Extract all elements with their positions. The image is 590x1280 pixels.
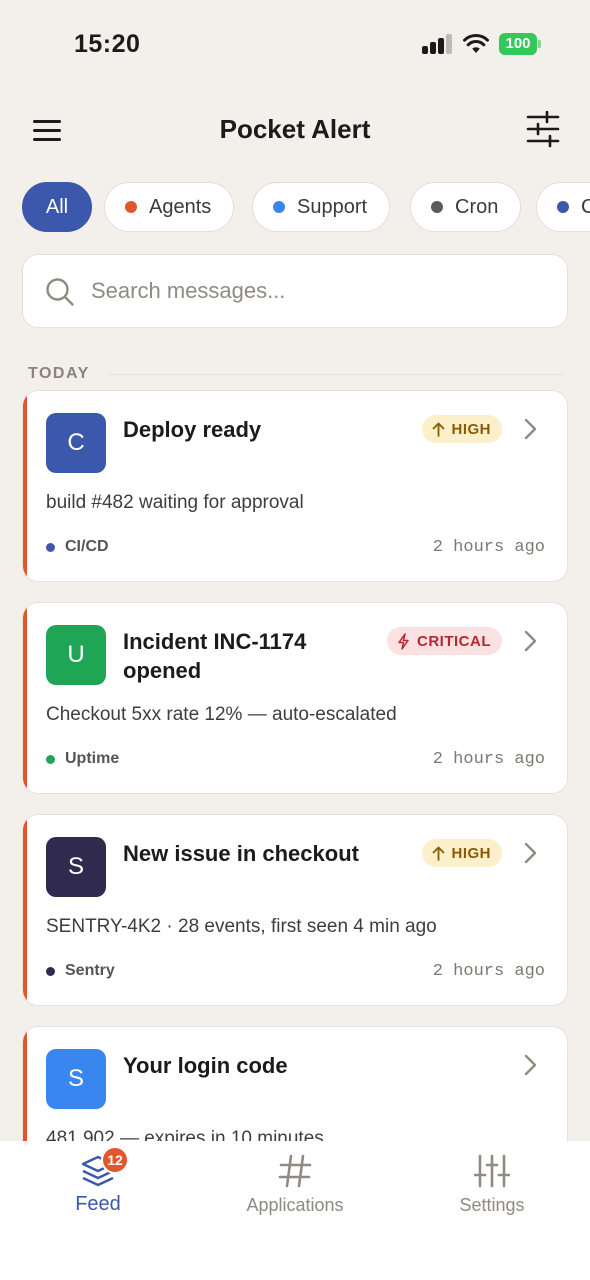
alert-timestamp: 2 hours ago xyxy=(432,538,545,557)
avatar: C xyxy=(46,413,106,473)
battery-level: 100 xyxy=(499,33,537,55)
arrow-up-icon xyxy=(432,846,444,861)
source-label: Uptime xyxy=(65,750,120,767)
tab-label: Applications xyxy=(246,1195,344,1215)
tab-applications[interactable]: Applications xyxy=(197,1141,393,1241)
avatar: U xyxy=(46,625,106,685)
source-label: CI/CD xyxy=(65,538,109,555)
alert-card[interactable]: U Incident INC-1174 opened CRITICAL Chec… xyxy=(22,602,568,794)
priority-badge: HIGH xyxy=(421,415,502,443)
alert-message: SENTRY-4K2 · 28 events, first seen 4 min… xyxy=(46,916,437,937)
priority-label: HIGH xyxy=(451,420,491,438)
page-title: Pocket Alert xyxy=(219,114,371,144)
chevron-right-icon xyxy=(524,630,537,652)
alert-timestamp: 2 hours ago xyxy=(432,750,545,769)
alert-title: New issue in checkout xyxy=(123,841,359,866)
filter-chip-label: Cron xyxy=(455,195,499,218)
hashtag-icon xyxy=(278,1154,312,1188)
alert-source: Sentry xyxy=(46,962,115,980)
priority-label: HIGH xyxy=(451,844,491,862)
filter-chip-label: All xyxy=(45,195,69,218)
filter-chip-label: C xyxy=(581,195,590,218)
alert-card[interactable]: S New issue in checkout HIGH SENTRY-4K2 … xyxy=(22,814,568,1006)
search-icon xyxy=(46,278,74,306)
filter-sliders-icon[interactable] xyxy=(524,110,562,148)
alert-timestamp: 2 hours ago xyxy=(432,962,545,981)
lightning-icon xyxy=(398,632,409,650)
tab-settings[interactable]: Settings xyxy=(394,1141,590,1241)
filter-chip-cron[interactable]: Cron xyxy=(410,182,522,232)
more-dot-icon xyxy=(557,201,569,213)
priority-badge: CRITICAL xyxy=(387,627,502,655)
priority-label: CRITICAL xyxy=(417,632,491,650)
source-dot-icon xyxy=(46,966,55,976)
filter-chip-agents[interactable]: Agents xyxy=(104,182,235,232)
arrow-up-icon xyxy=(432,422,444,437)
chevron-right-icon xyxy=(524,1054,537,1076)
alert-title: Incident INC-1174 opened xyxy=(123,629,307,683)
alert-message: build #482 waiting for approval xyxy=(46,492,304,513)
unread-count-badge: 12 xyxy=(101,1146,129,1174)
tab-label: Settings xyxy=(459,1195,525,1215)
cellular-signal-icon xyxy=(422,34,452,54)
source-dot-icon xyxy=(46,542,55,552)
filter-chip-row: All Agents Support Cron C xyxy=(22,182,590,234)
alert-source: Uptime xyxy=(46,750,119,768)
agents-dot-icon xyxy=(125,201,137,213)
alert-source: CI/CD xyxy=(46,538,109,556)
filter-chip-label: Agents xyxy=(149,195,212,218)
section-divider xyxy=(108,374,564,375)
alert-message: Checkout 5xx rate 12% — auto-escalated xyxy=(46,704,397,725)
bottom-tab-bar: 12 Feed Applications Settings xyxy=(0,1141,590,1280)
app-header: Pocket Alert xyxy=(0,100,590,160)
status-time: 15:20 xyxy=(74,30,141,58)
battery-icon: 100 xyxy=(499,33,541,55)
alert-title: Deploy ready xyxy=(123,417,262,442)
source-dot-icon xyxy=(46,754,55,764)
avatar: S xyxy=(46,837,106,897)
wifi-icon xyxy=(463,34,489,53)
support-dot-icon xyxy=(273,201,285,213)
filter-chip-all[interactable]: All xyxy=(22,182,92,232)
tab-label: Feed xyxy=(75,1193,121,1215)
alert-card[interactable]: C Deploy ready HIGH build #482 waiting f… xyxy=(22,390,568,582)
alert-title: Your login code xyxy=(123,1053,288,1078)
chevron-right-icon xyxy=(524,842,537,864)
status-bar: 15:20 100 xyxy=(0,0,590,88)
filter-chip-label: Support xyxy=(297,195,368,218)
search-input[interactable] xyxy=(91,267,541,315)
avatar: S xyxy=(46,1049,106,1109)
tab-feed[interactable]: 12 Feed xyxy=(0,1141,196,1241)
priority-badge: HIGH xyxy=(421,839,502,867)
section-label-today: TODAY xyxy=(28,365,90,382)
filter-chip-support[interactable]: Support xyxy=(252,182,391,232)
filter-chip-more[interactable]: C xyxy=(536,182,590,232)
sliders-icon xyxy=(474,1154,510,1188)
source-label: Sentry xyxy=(65,962,115,979)
chevron-right-icon xyxy=(524,418,537,440)
search-bar xyxy=(22,254,568,328)
cron-dot-icon xyxy=(431,201,443,213)
